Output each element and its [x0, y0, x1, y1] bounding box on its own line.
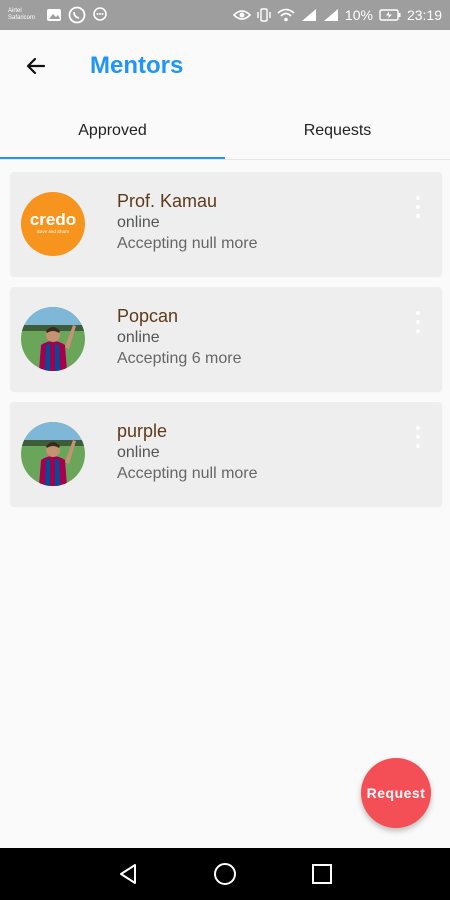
- mentor-name: purple: [117, 421, 168, 441]
- gallery-icon: [47, 9, 61, 21]
- mentor-card[interactable]: credo Save and Share Prof. Kamau online …: [10, 172, 442, 276]
- mentor-list: credo Save and Share Prof. Kamau online …: [10, 172, 442, 517]
- mentor-name: Prof. Kamau: [117, 191, 218, 211]
- nav-home-icon: [213, 863, 236, 885]
- battery-percent: 10%: [344, 7, 373, 23]
- arrow-back-icon: [26, 57, 46, 75]
- mentor-capacity: Accepting null more: [117, 465, 258, 482]
- tab-requests[interactable]: Requests: [225, 102, 450, 160]
- player-photo: [21, 422, 85, 486]
- whatsapp-icon: [68, 6, 86, 24]
- nav-back-icon: [120, 864, 137, 884]
- svg-text:credo: credo: [30, 210, 76, 229]
- mentor-name: Popcan: [117, 306, 179, 326]
- vibrate-icon: [257, 8, 271, 22]
- more-options-button[interactable]: [412, 311, 424, 333]
- signal-icon-sim1: [301, 9, 316, 21]
- back-button[interactable]: [16, 46, 56, 86]
- tab-bar: Approved Requests: [0, 102, 450, 160]
- clock: 23:19: [406, 7, 442, 23]
- svg-text:Save and Share: Save and Share: [37, 229, 70, 234]
- signal-icon-sim2: [323, 9, 338, 21]
- nav-back-button[interactable]: [108, 854, 148, 894]
- carrier-line2: Safaricom: [8, 15, 36, 21]
- system-nav-bar: [0, 848, 450, 900]
- mentor-capacity: Accepting null more: [117, 235, 258, 252]
- status-bar: Airtel Safaricom 10% 23:19: [0, 0, 450, 30]
- more-options-button[interactable]: [412, 196, 424, 218]
- nav-home-button[interactable]: [205, 854, 245, 894]
- tab-divider: [0, 159, 450, 160]
- tab-approved[interactable]: Approved: [0, 102, 225, 160]
- mentor-status: online: [117, 329, 160, 346]
- more-options-button[interactable]: [412, 426, 424, 448]
- carrier-label: Airtel Safaricom: [8, 8, 42, 22]
- nav-recents-button[interactable]: [302, 854, 342, 894]
- avatar: credo Save and Share: [21, 192, 85, 256]
- message-icon: [93, 7, 107, 21]
- request-button[interactable]: Request: [361, 758, 431, 828]
- mentor-info: purple online Accepting null more: [117, 420, 258, 484]
- carrier-line1: Airtel: [8, 8, 22, 14]
- mentor-status: online: [117, 444, 160, 461]
- battery-charging-icon: [379, 9, 401, 21]
- avatar: [21, 307, 85, 371]
- page-title: Mentors: [90, 52, 184, 79]
- mentor-capacity: Accepting 6 more: [117, 350, 242, 367]
- app-bar: Mentors: [0, 30, 450, 102]
- avatar: [21, 422, 85, 486]
- player-photo: [21, 307, 85, 371]
- mentor-card[interactable]: Popcan online Accepting 6 more: [10, 287, 442, 391]
- credo-logo: credo Save and Share: [30, 210, 76, 234]
- mentor-info: Popcan online Accepting 6 more: [117, 305, 242, 369]
- mentor-card[interactable]: purple online Accepting null more: [10, 402, 442, 506]
- wifi-icon: [277, 8, 295, 22]
- eye-icon: [232, 10, 251, 20]
- nav-recents-icon: [311, 864, 332, 884]
- mentor-status: online: [117, 214, 160, 231]
- mentor-info: Prof. Kamau online Accepting null more: [117, 190, 258, 254]
